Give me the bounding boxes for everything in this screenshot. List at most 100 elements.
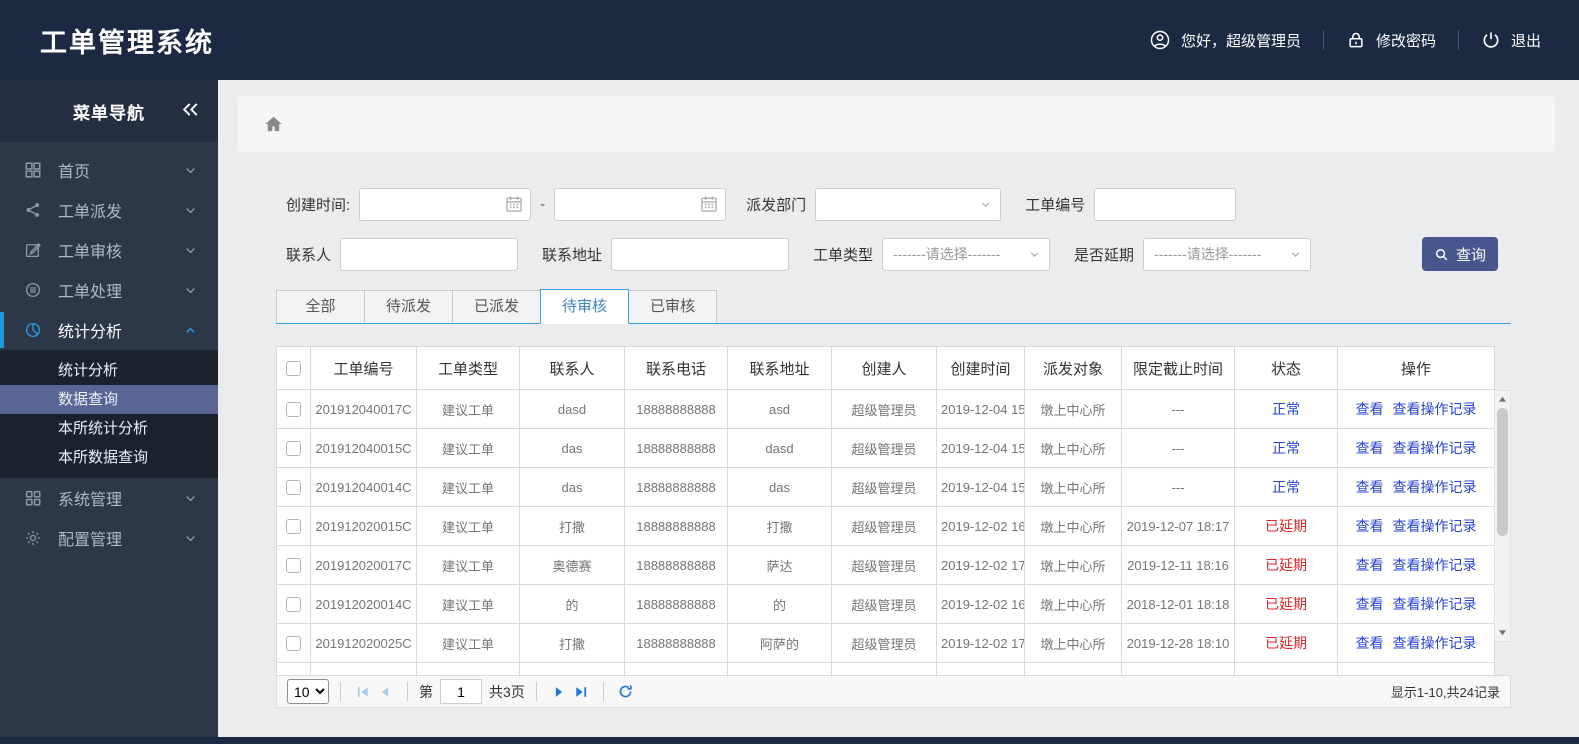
logout-button[interactable]: 退出 [1481, 30, 1541, 51]
cell-address: das [727, 467, 832, 507]
cell-order-type: 建议工单 [416, 623, 520, 663]
first-page-button[interactable] [352, 681, 374, 703]
user-icon [1149, 29, 1171, 51]
order-no-input[interactable] [1094, 188, 1237, 221]
page-number-input[interactable] [440, 679, 482, 704]
header-divider [1457, 30, 1459, 50]
view-log-link[interactable]: 查看操作记录 [1393, 518, 1477, 534]
cell-phone: 18888888888 [624, 506, 728, 546]
tab-reviewed[interactable]: 已审核 [628, 290, 717, 323]
column-header: 创建时间 [936, 346, 1025, 390]
address-label: 联系地址 [542, 246, 603, 264]
scroll-down-icon[interactable] [1495, 625, 1510, 640]
user-greeting[interactable]: 您好，超级管理员 [1149, 29, 1301, 51]
row-checkbox[interactable] [286, 597, 301, 613]
type-select[interactable]: -------请选择------- [882, 237, 1051, 271]
last-page-button[interactable] [570, 681, 592, 703]
view-link[interactable]: 查看 [1356, 635, 1384, 651]
view-link[interactable]: 查看 [1356, 557, 1384, 573]
type-select-placeholder: -------请选择------- [893, 246, 1001, 262]
next-page-button[interactable] [548, 681, 570, 703]
sidebar-item-system[interactable]: 系统管理 [0, 478, 218, 518]
cell-checkbox [276, 389, 311, 429]
view-link[interactable]: 查看 [1356, 440, 1384, 456]
cell-address: dasd [727, 428, 832, 468]
view-log-link[interactable]: 查看操作记录 [1393, 401, 1477, 417]
sidebar-subitem-stats-analysis[interactable]: 统计分析 [0, 356, 218, 385]
sidebar-item-label: 工单处理 [58, 284, 123, 301]
cell-created-time: 2019-12-02 16 [936, 584, 1025, 624]
view-link[interactable]: 查看 [1356, 596, 1384, 612]
scroll-up-icon[interactable] [1495, 392, 1510, 407]
view-log-link[interactable]: 查看操作记录 [1393, 596, 1477, 612]
row-checkbox[interactable] [286, 480, 301, 496]
cell-creator: 超级管理员 [831, 545, 937, 585]
status-tabs: 全部 待派发 已派发 待审核 已审核 [276, 289, 1511, 324]
view-log-link[interactable]: 查看操作记录 [1393, 635, 1477, 651]
row-checkbox[interactable] [286, 636, 301, 652]
cell-order-type: 建议工单 [416, 506, 520, 546]
cell-status: 已延期 [1234, 584, 1338, 624]
cell-actions: 查看 查看操作记录 [1337, 428, 1495, 468]
change-password-button[interactable]: 修改密码 [1346, 30, 1436, 51]
cell-status: 正常 [1234, 389, 1338, 429]
row-checkbox[interactable] [286, 402, 301, 418]
scrollbar-thumb[interactable] [1497, 408, 1508, 536]
view-log-link[interactable]: 查看操作记录 [1393, 479, 1477, 495]
tab-dispatched[interactable]: 已派发 [452, 290, 541, 323]
cell-empty [727, 662, 832, 675]
sidebar-item-process[interactable]: 工单处理 [0, 270, 218, 310]
sidebar-item-home[interactable]: 首页 [0, 150, 218, 190]
view-log-link[interactable]: 查看操作记录 [1393, 440, 1477, 456]
cell-creator: 超级管理员 [831, 506, 937, 546]
table-scrollbar[interactable] [1494, 390, 1511, 642]
calendar-icon[interactable] [504, 194, 524, 218]
prev-page-button[interactable] [374, 681, 396, 703]
row-checkbox[interactable] [286, 558, 301, 574]
select-all-checkbox[interactable] [286, 361, 301, 377]
home-icon[interactable] [263, 114, 284, 135]
breadcrumb [238, 96, 1555, 152]
cell-checkbox [276, 545, 311, 585]
cell-dispatch-target: 墩上中心所 [1024, 545, 1122, 585]
column-header: 工单编号 [310, 346, 417, 390]
page-size-select[interactable]: 10 [287, 679, 329, 704]
sidebar-item-config[interactable]: 配置管理 [0, 518, 218, 558]
contact-input[interactable] [340, 237, 519, 271]
sidebar-item-review[interactable]: 工单审核 [0, 230, 218, 270]
cell-order-type: 建议工单 [416, 584, 520, 624]
delay-select[interactable]: -------请选择------- [1143, 237, 1312, 271]
depart-select[interactable] [815, 188, 1002, 221]
view-link[interactable]: 查看 [1356, 518, 1384, 534]
table-row: 201912020025C 建议工单 打撒 18888888888 阿萨的 超级管理员 20… [276, 623, 1495, 663]
tab-all[interactable]: 全部 [276, 290, 365, 323]
cell-empty [831, 662, 937, 675]
search-button[interactable]: 查询 [1422, 237, 1498, 271]
refresh-button[interactable] [615, 681, 637, 703]
row-checkbox[interactable] [286, 441, 301, 457]
cell-deadline: 2019-12-07 18:17 [1121, 506, 1235, 546]
address-input[interactable] [611, 237, 790, 271]
chevron-down-icon [183, 163, 198, 178]
sidebar-collapse-button[interactable] [181, 100, 200, 119]
sidebar-item-stats[interactable]: 统计分析 [0, 310, 218, 350]
calendar-icon[interactable] [699, 194, 719, 218]
cell-deadline: 2018-12-01 18:18 [1121, 584, 1235, 624]
search-button-label: 查询 [1455, 246, 1486, 264]
tab-pending-dispatch[interactable]: 待派发 [364, 290, 453, 323]
sidebar-subitem-branch-stats[interactable]: 本所统计分析 [0, 414, 218, 443]
row-checkbox[interactable] [286, 519, 301, 535]
view-log-link[interactable]: 查看操作记录 [1393, 557, 1477, 573]
sidebar-item-dispatch[interactable]: 工单派发 [0, 190, 218, 230]
status-badge: 已延期 [1265, 557, 1307, 573]
tab-pending-review[interactable]: 待审核 [540, 289, 629, 324]
delay-select-placeholder: -------请选择------- [1154, 246, 1262, 262]
create-time-label: 创建时间: [286, 197, 351, 214]
cell-status: 正常 [1234, 467, 1338, 507]
sidebar-subitem-data-query[interactable]: 数据查询 [0, 385, 218, 414]
view-link[interactable]: 查看 [1356, 401, 1384, 417]
view-link[interactable]: 查看 [1356, 479, 1384, 495]
sidebar-subitem-branch-query[interactable]: 本所数据查询 [0, 443, 218, 472]
app-header: 工单管理系统 您好，超级管理员 修改密码 退出 [0, 0, 1579, 80]
pager-divider [340, 682, 341, 701]
